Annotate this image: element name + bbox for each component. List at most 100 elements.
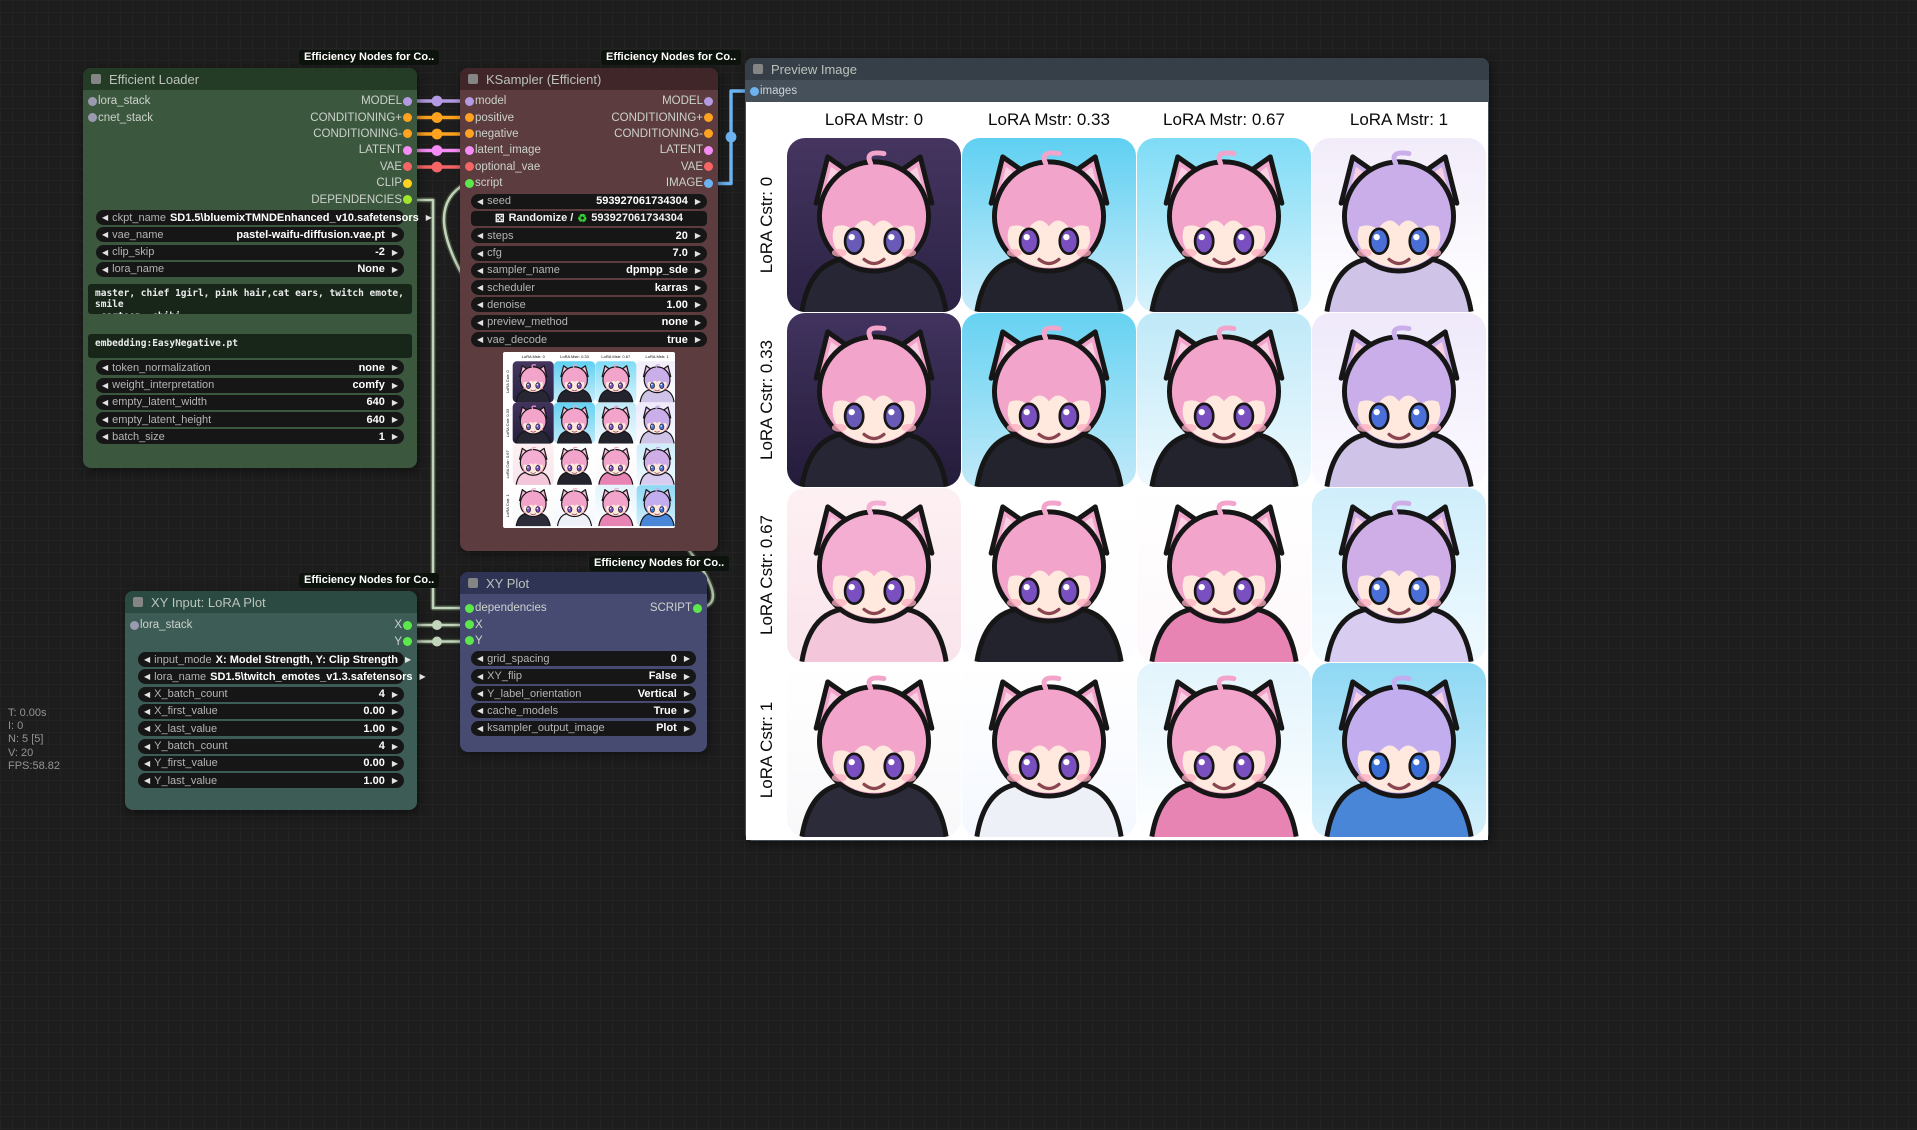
prompt-textbox[interactable]: embedding:EasyNegative.pt [88, 334, 412, 358]
node-xy-input-lora-plot[interactable]: XY Input: LoRA Plot lora_stackXY ◀input_… [125, 591, 417, 810]
node-titlebar[interactable]: Preview Image [745, 58, 1489, 80]
output-dot-MODEL[interactable] [704, 97, 713, 106]
node-titlebar[interactable]: Efficient Loader [83, 68, 417, 90]
input-dot-lora_stack[interactable] [130, 621, 139, 630]
input-dot-positive[interactable] [465, 113, 474, 122]
widget-token_normalization[interactable]: ◀token_normalizationnone▶ [96, 360, 404, 375]
increment-arrow-icon[interactable]: ▶ [392, 265, 398, 274]
input-dot-model[interactable] [465, 97, 474, 106]
decrement-arrow-icon[interactable]: ◀ [144, 776, 150, 785]
widget-X_first_value[interactable]: ◀X_first_value0.00▶ [138, 704, 404, 719]
widget-sampler_name[interactable]: ◀sampler_namedpmpp_sde▶ [471, 263, 707, 278]
decrement-arrow-icon[interactable]: ◀ [477, 197, 483, 206]
input-dot-latent_image[interactable] [465, 146, 474, 155]
output-dot-CLIP[interactable] [403, 179, 412, 188]
decrement-arrow-icon[interactable]: ◀ [102, 265, 108, 274]
widget-lora_name[interactable]: ◀lora_nameNone▶ [96, 262, 404, 277]
decrement-arrow-icon[interactable]: ◀ [477, 249, 483, 258]
images-input-dot[interactable] [750, 87, 759, 96]
increment-arrow-icon[interactable]: ▶ [392, 707, 398, 716]
randomize-seed-button[interactable]: ⚄Randomize /♻593927061734304 [471, 211, 707, 226]
decrement-arrow-icon[interactable]: ◀ [477, 266, 483, 275]
increment-arrow-icon[interactable]: ▶ [695, 318, 701, 327]
widget-cfg[interactable]: ◀cfg7.0▶ [471, 246, 707, 261]
node-titlebar[interactable]: XY Input: LoRA Plot [125, 591, 417, 613]
increment-arrow-icon[interactable]: ▶ [684, 724, 690, 733]
widget-vae_decode[interactable]: ◀vae_decodetrue▶ [471, 332, 707, 347]
output-dot-CONDITIONING+[interactable] [704, 113, 713, 122]
output-dot-LATENT[interactable] [704, 146, 713, 155]
decrement-arrow-icon[interactable]: ◀ [102, 363, 108, 372]
input-dot-negative[interactable] [465, 129, 474, 138]
widget-X_batch_count[interactable]: ◀X_batch_count4▶ [138, 687, 404, 702]
increment-arrow-icon[interactable]: ▶ [392, 759, 398, 768]
decrement-arrow-icon[interactable]: ◀ [477, 300, 483, 309]
decrement-arrow-icon[interactable]: ◀ [477, 689, 483, 698]
output-dot-VAE[interactable] [403, 162, 412, 171]
decrement-arrow-icon[interactable]: ◀ [102, 381, 108, 390]
decrement-arrow-icon[interactable]: ◀ [477, 231, 483, 240]
increment-arrow-icon[interactable]: ▶ [392, 398, 398, 407]
decrement-arrow-icon[interactable]: ◀ [102, 415, 108, 424]
widget-preview_method[interactable]: ◀preview_methodnone▶ [471, 315, 707, 330]
collapse-icon[interactable] [468, 74, 478, 84]
widget-Y_batch_count[interactable]: ◀Y_batch_count4▶ [138, 739, 404, 754]
output-dot-X[interactable] [403, 621, 412, 630]
widget-seed[interactable]: ◀seed593927061734304▶ [471, 194, 707, 209]
collapse-icon[interactable] [468, 578, 478, 588]
widget-batch_size[interactable]: ◀batch_size1▶ [96, 429, 404, 444]
widget-steps[interactable]: ◀steps20▶ [471, 228, 707, 243]
increment-arrow-icon[interactable]: ▶ [392, 381, 398, 390]
input-dot-Y[interactable] [465, 636, 474, 645]
widget-denoise[interactable]: ◀denoise1.00▶ [471, 297, 707, 312]
input-dot-lora_stack[interactable] [88, 97, 97, 106]
widget-input_mode[interactable]: ◀input_modeX: Model Strength, Y: Clip St… [138, 652, 404, 667]
increment-arrow-icon[interactable]: ▶ [695, 231, 701, 240]
decrement-arrow-icon[interactable]: ◀ [102, 213, 108, 222]
widget-ckpt_name[interactable]: ◀ckpt_nameSD1.5\bluemixTMNDEnhanced_v10.… [96, 210, 404, 225]
decrement-arrow-icon[interactable]: ◀ [477, 654, 483, 663]
input-dot-X[interactable] [465, 620, 474, 629]
increment-arrow-icon[interactable]: ▶ [684, 672, 690, 681]
decrement-arrow-icon[interactable]: ◀ [477, 672, 483, 681]
widget-empty_latent_height[interactable]: ◀empty_latent_height640▶ [96, 412, 404, 427]
decrement-arrow-icon[interactable]: ◀ [144, 759, 150, 768]
increment-arrow-icon[interactable]: ▶ [392, 724, 398, 733]
increment-arrow-icon[interactable]: ▶ [392, 248, 398, 257]
output-dot-LATENT[interactable] [403, 146, 412, 155]
node-graph-canvas[interactable]: Efficiency Nodes for Co.. Efficiency Nod… [0, 0, 1917, 1130]
node-ksampler-efficient[interactable]: KSampler (Efficient) modelMODELpositiveC… [460, 68, 718, 551]
decrement-arrow-icon[interactable]: ◀ [102, 230, 108, 239]
widget-vae_name[interactable]: ◀vae_namepastel-waifu-diffusion.vae.pt▶ [96, 227, 404, 242]
output-dot-CONDITIONING-[interactable] [403, 129, 412, 138]
node-titlebar[interactable]: XY Plot [460, 572, 707, 594]
widget-scheduler[interactable]: ◀schedulerkarras▶ [471, 280, 707, 295]
decrement-arrow-icon[interactable]: ◀ [144, 724, 150, 733]
collapse-icon[interactable] [753, 64, 763, 74]
increment-arrow-icon[interactable]: ▶ [420, 672, 426, 681]
widget-grid_spacing[interactable]: ◀grid_spacing0▶ [471, 651, 696, 666]
increment-arrow-icon[interactable]: ▶ [392, 432, 398, 441]
widget-Y_last_value[interactable]: ◀Y_last_value1.00▶ [138, 773, 404, 788]
output-dot-DEPENDENCIES[interactable] [403, 195, 412, 204]
output-dot-CONDITIONING+[interactable] [403, 113, 412, 122]
output-dot-MODEL[interactable] [403, 97, 412, 106]
decrement-arrow-icon[interactable]: ◀ [144, 672, 150, 681]
node-titlebar[interactable]: KSampler (Efficient) [460, 68, 718, 90]
increment-arrow-icon[interactable]: ▶ [695, 249, 701, 258]
widget-lora_name[interactable]: ◀lora_nameSD1.5\twitch_emotes_v1.3.safet… [138, 669, 404, 684]
increment-arrow-icon[interactable]: ▶ [392, 363, 398, 372]
decrement-arrow-icon[interactable]: ◀ [477, 724, 483, 733]
input-dot-cnet_stack[interactable] [88, 113, 97, 122]
input-dot-dependencies[interactable] [465, 604, 474, 613]
decrement-arrow-icon[interactable]: ◀ [144, 655, 150, 664]
decrement-arrow-icon[interactable]: ◀ [102, 432, 108, 441]
node-xy-plot[interactable]: XY Plot dependenciesSCRIPTXY ◀grid_spaci… [460, 572, 707, 752]
output-dot-SCRIPT[interactable] [693, 604, 702, 613]
increment-arrow-icon[interactable]: ▶ [405, 655, 411, 664]
decrement-arrow-icon[interactable]: ◀ [144, 690, 150, 699]
widget-Y_first_value[interactable]: ◀Y_first_value0.00▶ [138, 756, 404, 771]
increment-arrow-icon[interactable]: ▶ [684, 689, 690, 698]
increment-arrow-icon[interactable]: ▶ [695, 197, 701, 206]
increment-arrow-icon[interactable]: ▶ [392, 742, 398, 751]
